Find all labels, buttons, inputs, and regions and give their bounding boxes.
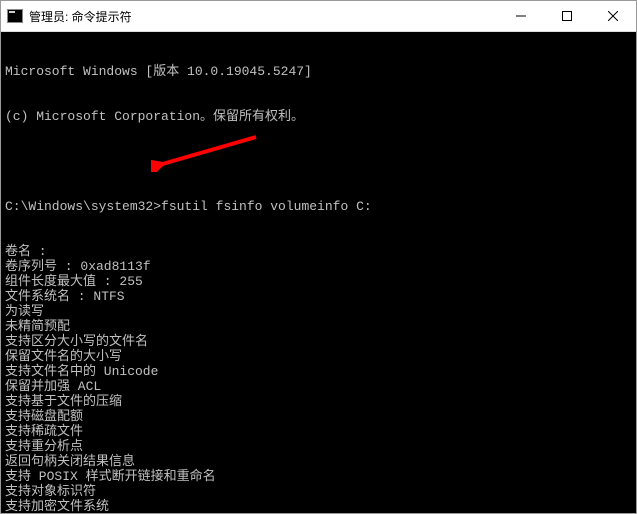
window-controls: [498, 1, 636, 31]
terminal-line: 支持对象标识符: [5, 484, 632, 499]
terminal-line: 未精简预配: [5, 319, 632, 334]
titlebar[interactable]: 管理员: 命令提示符: [1, 1, 636, 32]
terminal-line: 保留文件名的大小写: [5, 349, 632, 364]
terminal-line: 组件长度最大值 : 255: [5, 274, 632, 289]
minimize-button[interactable]: [498, 1, 544, 31]
terminal-line: 支持区分大小写的文件名: [5, 334, 632, 349]
terminal-line: 支持磁盘配额: [5, 409, 632, 424]
app-icon: [1, 1, 29, 31]
terminal-line: 支持文件名中的 Unicode: [5, 364, 632, 379]
terminal-line: 支持基于文件的压缩: [5, 394, 632, 409]
terminal-line: 返回句柄关闭结果信息: [5, 454, 632, 469]
app-window: 管理员: 命令提示符 Microsoft Windows [版本 10.0.19…: [0, 0, 637, 514]
terminal-line: 卷名 :: [5, 244, 632, 259]
maximize-button[interactable]: [544, 1, 590, 31]
terminal-line: 支持加密文件系统: [5, 499, 632, 513]
terminal-line: 支持稀疏文件: [5, 424, 632, 439]
terminal-line: 保留并加强 ACL: [5, 379, 632, 394]
terminal-line: 文件系统名 : NTFS: [5, 289, 632, 304]
window-title: 管理员: 命令提示符: [29, 8, 132, 25]
terminal-line: 支持 POSIX 样式断开链接和重命名: [5, 469, 632, 484]
terminal-blank: [5, 154, 632, 169]
terminal-output[interactable]: Microsoft Windows [版本 10.0.19045.5247] (…: [1, 32, 636, 513]
terminal-line: 支持重分析点: [5, 439, 632, 454]
close-button[interactable]: [590, 1, 636, 31]
terminal-prompt: C:\Windows\system32>fsutil fsinfo volume…: [5, 199, 632, 214]
terminal-line: Microsoft Windows [版本 10.0.19045.5247]: [5, 64, 632, 79]
terminal-line: (c) Microsoft Corporation。保留所有权利。: [5, 109, 632, 124]
terminal-line: 为读写: [5, 304, 632, 319]
terminal-line: 卷序列号 : 0xad8113f: [5, 259, 632, 274]
